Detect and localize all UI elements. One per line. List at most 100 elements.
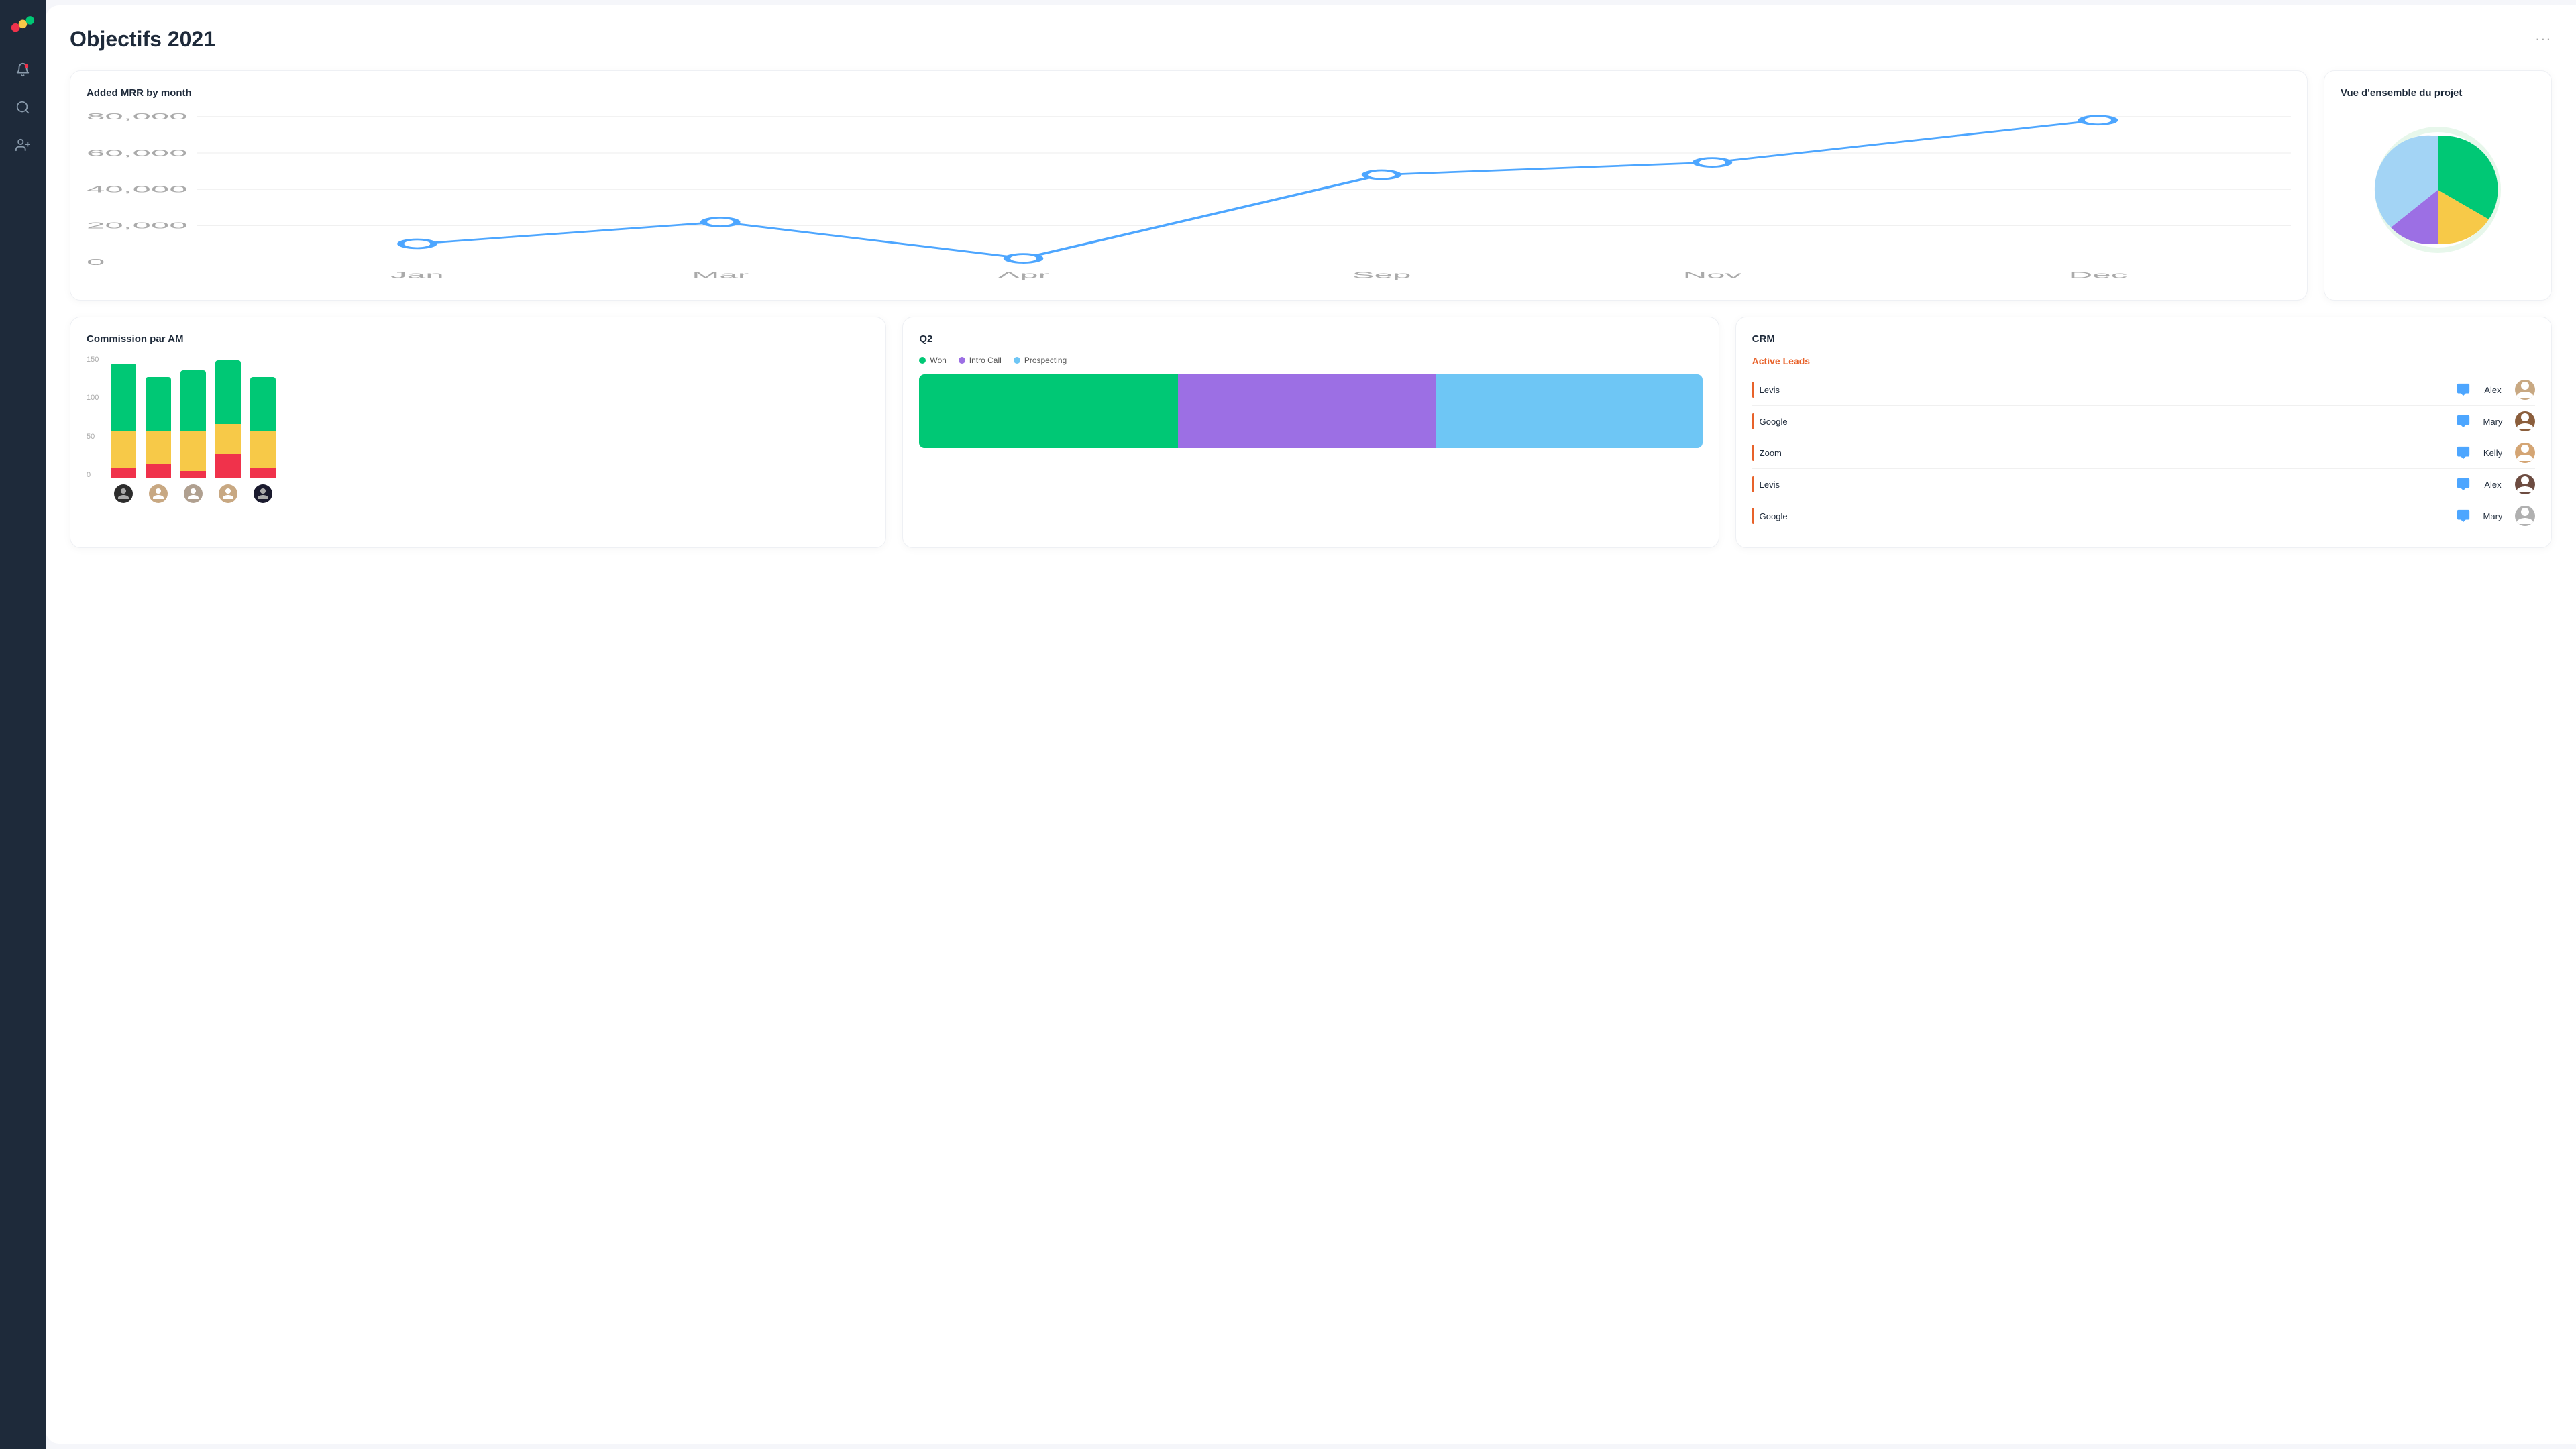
app-logo[interactable] <box>11 11 35 35</box>
mrr-chart-title: Added MRR by month <box>87 87 2291 99</box>
q2-stacked-bar <box>919 374 1702 448</box>
legend-prospecting: Prospecting <box>1014 356 1067 365</box>
legend-dot-prospecting <box>1014 357 1020 364</box>
crm-company-1: Levis <box>1760 385 2451 395</box>
crm-lead-indicator-1 <box>1752 382 1754 398</box>
bar-green-1 <box>111 364 136 431</box>
q2-segment-intro-call <box>1178 374 1436 448</box>
bar-stack-5 <box>250 377 276 478</box>
svg-text:Apr: Apr <box>998 270 1049 280</box>
vue-ensemble-title: Vue d'ensemble du projet <box>2341 87 2535 99</box>
crm-chat-icon-3[interactable] <box>2456 445 2471 460</box>
bar-green-2 <box>146 377 171 431</box>
bar-red-1 <box>111 468 136 478</box>
svg-text:Nov: Nov <box>1683 270 1742 280</box>
q2-segment-won <box>919 374 1177 448</box>
crm-row-google-mary: Google Mary <box>1752 406 2535 437</box>
crm-row-levis-alex-2: Levis Alex <box>1752 469 2535 500</box>
y-label-0: 0 <box>87 471 105 479</box>
legend-label-won: Won <box>930 356 946 365</box>
crm-company-3: Zoom <box>1760 448 2451 458</box>
bar-red-2 <box>146 464 171 478</box>
bar-avatar-1 <box>114 484 133 503</box>
sidebar <box>0 0 46 1449</box>
crm-row-google-mary-2: Google Mary <box>1752 500 2535 531</box>
svg-text:Jan: Jan <box>390 270 443 280</box>
search-icon[interactable] <box>12 97 34 118</box>
legend-intro-call: Intro Call <box>959 356 1002 365</box>
commission-chart-area: 0 50 100 150 <box>87 356 869 503</box>
bar-stack-2 <box>146 377 171 478</box>
legend-label-prospecting: Prospecting <box>1024 356 1067 365</box>
q2-card: Q2 Won Intro Call Prospecting <box>902 317 1719 548</box>
q2-legend: Won Intro Call Prospecting <box>919 356 1702 365</box>
legend-dot-won <box>919 357 926 364</box>
crm-active-leads-label: Active Leads <box>1752 356 2535 366</box>
crm-agent-3: Kelly <box>2476 448 2510 458</box>
crm-agent-2: Mary <box>2476 417 2510 427</box>
crm-chat-icon-1[interactable] <box>2456 382 2471 397</box>
bar-yellow-2 <box>146 431 171 464</box>
mrr-line-chart: 0 20,000 40,000 60,000 80,000 Jan Mar Ap… <box>87 109 2291 284</box>
bar-avatar-5 <box>254 484 272 503</box>
svg-text:40,000: 40,000 <box>87 184 188 195</box>
commission-title: Commission par AM <box>87 333 869 345</box>
crm-company-5: Google <box>1760 511 2451 521</box>
crm-chat-icon-4[interactable] <box>2456 477 2471 492</box>
bar-stack-3 <box>180 370 206 478</box>
bar-yellow-1 <box>111 431 136 468</box>
crm-agent-4: Alex <box>2476 480 2510 490</box>
bar-red-3 <box>180 471 206 478</box>
crm-card: CRM Active Leads Levis Alex Google <box>1735 317 2552 548</box>
svg-text:Mar: Mar <box>692 270 749 280</box>
bottom-grid: Commission par AM 0 50 100 150 <box>70 317 2552 548</box>
commission-bar-1 <box>111 364 136 503</box>
svg-text:0: 0 <box>87 257 105 267</box>
commission-bars <box>111 356 869 503</box>
crm-company-4: Levis <box>1760 480 2451 490</box>
crm-lead-indicator-5 <box>1752 508 1754 524</box>
svg-text:Dec: Dec <box>2069 270 2128 280</box>
bar-green-3 <box>180 370 206 431</box>
more-options-button[interactable]: ... <box>2536 27 2552 44</box>
bar-avatar-3 <box>184 484 203 503</box>
commission-bar-3 <box>180 370 206 503</box>
legend-won: Won <box>919 356 946 365</box>
page-title: Objectifs 2021 <box>70 27 215 52</box>
commission-bar-2 <box>146 377 171 503</box>
svg-text:80,000: 80,000 <box>87 111 188 121</box>
bar-red-4 <box>215 454 241 478</box>
crm-avatar-2 <box>2515 411 2535 431</box>
pie-chart-container <box>2341 109 2535 270</box>
crm-avatar-3 <box>2515 443 2535 463</box>
crm-row-zoom-kelly: Zoom Kelly <box>1752 437 2535 469</box>
person-add-icon[interactable] <box>12 134 34 156</box>
bar-stack-4 <box>215 360 241 478</box>
crm-chat-icon-5[interactable] <box>2456 508 2471 523</box>
crm-row-levis-alex: Levis Alex <box>1752 374 2535 406</box>
bar-green-5 <box>250 377 276 431</box>
notifications-icon[interactable] <box>12 59 34 80</box>
crm-company-2: Google <box>1760 417 2451 427</box>
crm-title: CRM <box>1752 333 2535 345</box>
bar-red-5 <box>250 468 276 478</box>
crm-lead-indicator-3 <box>1752 445 1754 461</box>
y-label-100: 100 <box>87 394 105 402</box>
svg-text:60,000: 60,000 <box>87 148 188 158</box>
bar-avatar-4 <box>219 484 237 503</box>
mrr-chart-card: Added MRR by month 0 20,000 40,000 60,00… <box>70 70 2308 301</box>
commission-card: Commission par AM 0 50 100 150 <box>70 317 886 548</box>
legend-dot-intro-call <box>959 357 965 364</box>
crm-agent-5: Mary <box>2476 511 2510 521</box>
bar-stack-1 <box>111 364 136 478</box>
svg-text:20,000: 20,000 <box>87 221 188 231</box>
svg-text:Sep: Sep <box>1352 270 1411 280</box>
top-grid: Added MRR by month 0 20,000 40,000 60,00… <box>70 70 2552 301</box>
crm-chat-icon-2[interactable] <box>2456 414 2471 429</box>
bar-yellow-5 <box>250 431 276 468</box>
crm-avatar-5 <box>2515 506 2535 526</box>
vue-ensemble-card: Vue d'ensemble du projet <box>2324 70 2552 301</box>
crm-agent-1: Alex <box>2476 385 2510 395</box>
crm-lead-indicator-4 <box>1752 476 1754 492</box>
q2-title: Q2 <box>919 333 1702 345</box>
